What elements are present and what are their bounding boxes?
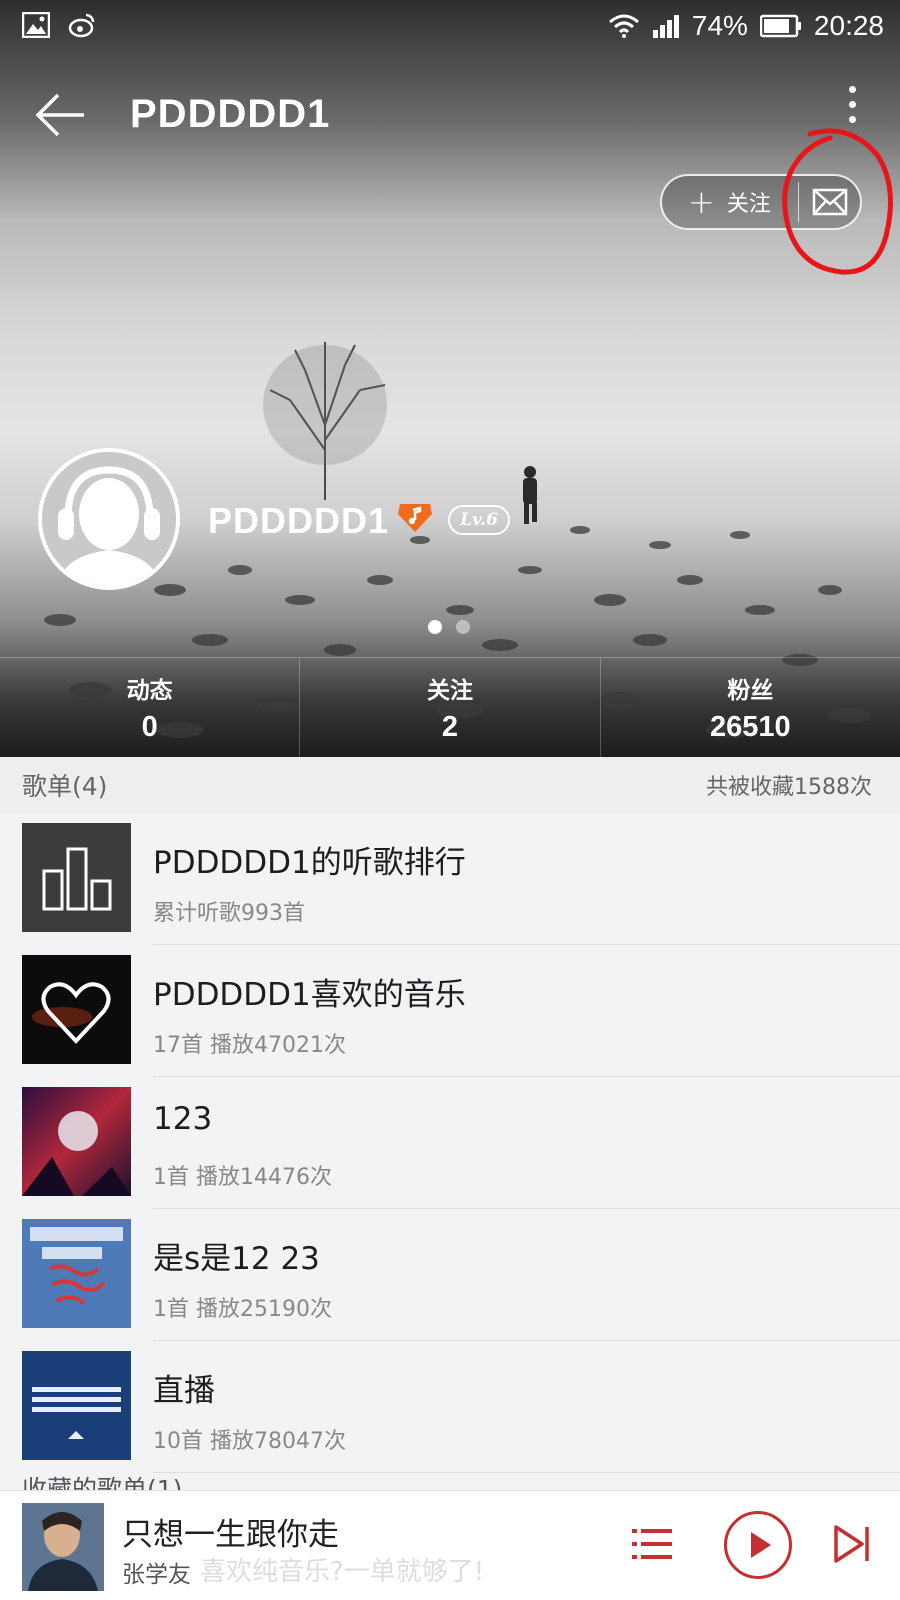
playlists-section-title: 歌单(4) xyxy=(22,772,108,801)
playlist-title: 是s是12 23 xyxy=(153,1241,320,1277)
carousel-dot xyxy=(456,620,470,634)
follow-button[interactable]: + 关注 xyxy=(662,176,798,228)
playlist-title: 直播 xyxy=(153,1373,215,1409)
weibo-notification-icon xyxy=(68,13,95,38)
battery-icon xyxy=(759,14,801,38)
page-title: PDDDDD1 xyxy=(130,92,331,136)
envelope-icon xyxy=(812,188,847,216)
playlist-item-ranking[interactable]: PDDDDD1的听歌排行 累计听歌993首 xyxy=(0,813,900,945)
mini-player[interactable]: 喜欢纯音乐?一单就够了! 只想一生跟你走 张学友 xyxy=(0,1490,900,1600)
follow-message-group: + 关注 xyxy=(660,174,862,230)
play-button[interactable] xyxy=(724,1511,792,1579)
playlist-subtitle: 10首 播放78047次 xyxy=(153,1429,346,1454)
playlist-title: PDDDDD1的听歌排行 xyxy=(153,845,466,881)
next-track-icon[interactable] xyxy=(832,1523,872,1565)
user-level-badge: Lv.6 xyxy=(448,505,510,535)
stat-following[interactable]: 关注 2 xyxy=(299,658,599,757)
playlist-subtitle: 1首 播放25190次 xyxy=(153,1297,332,1322)
user-avatar[interactable] xyxy=(38,448,180,590)
ranking-bars-icon xyxy=(22,823,131,932)
battery-percent: 74% xyxy=(691,10,748,41)
default-avatar-headphones-icon xyxy=(42,452,176,586)
playlist-item-s[interactable]: 是s是12 23 1首 播放25190次 xyxy=(0,1209,900,1341)
stat-activity[interactable]: 动态 0 xyxy=(0,658,299,757)
carousel-dot-active xyxy=(428,620,442,634)
playlist-item-live[interactable]: 直播 10首 播放78047次 xyxy=(0,1341,900,1473)
playlist-cover xyxy=(22,1087,131,1196)
playlist-subtitle: 1首 播放14476次 xyxy=(153,1165,332,1190)
now-playing-cover xyxy=(22,1503,104,1591)
profile-username: PDDDDD1 xyxy=(208,500,390,541)
carousel-indicator xyxy=(428,620,470,634)
stat-value: 0 xyxy=(141,711,158,743)
stat-label: 关注 xyxy=(426,678,473,704)
mini-player-promo-text: 喜欢纯音乐?一单就够了! xyxy=(200,1557,485,1587)
blue-stripes-cover-image xyxy=(22,1351,131,1460)
clock-time: 20:28 xyxy=(813,10,884,41)
stat-followers[interactable]: 粉丝 26510 xyxy=(599,658,900,757)
playlist-cover xyxy=(22,823,131,932)
playlists-collected-count: 共被收藏1588次 xyxy=(706,775,872,800)
playlist-cover xyxy=(22,955,131,1064)
stat-label: 动态 xyxy=(126,678,173,704)
follow-label: 关注 xyxy=(726,192,771,217)
music-talent-badge-icon xyxy=(398,504,432,532)
playlist-item-liked[interactable]: PDDDDD1喜欢的音乐 17首 播放47021次 xyxy=(0,945,900,1077)
playlist-cover xyxy=(22,1351,131,1460)
stat-value: 26510 xyxy=(709,711,791,743)
playlist-title: 123 xyxy=(153,1101,213,1137)
back-arrow-icon[interactable] xyxy=(34,90,88,140)
playlist-cover xyxy=(22,1219,131,1328)
profile-header-background: 74% 20:28 PDDDDD1 + 关注 PDDDDD1 Lv.6 动态 0… xyxy=(0,0,900,757)
signal-icon xyxy=(652,15,679,38)
dj-snake-cover-image xyxy=(22,1219,131,1328)
stat-value: 2 xyxy=(441,711,459,743)
now-playing-title: 只想一生跟你走 xyxy=(122,1517,339,1553)
now-playing-artist: 张学友 xyxy=(122,1562,191,1588)
message-button[interactable] xyxy=(799,176,860,228)
playlist-title: PDDDDD1喜欢的音乐 xyxy=(153,977,466,1013)
wifi-icon xyxy=(608,14,639,38)
album-art-image xyxy=(22,1503,104,1591)
play-icon xyxy=(751,1532,771,1558)
status-bar: 74% 20:28 xyxy=(0,0,900,52)
playlist-subtitle: 17首 播放47021次 xyxy=(153,1033,346,1058)
gallery-notification-icon xyxy=(22,12,50,38)
stat-label: 粉丝 xyxy=(727,678,774,704)
playlists-section-header: 歌单(4) 共被收藏1588次 xyxy=(0,757,900,813)
profile-stats: 动态 0 关注 2 粉丝 26510 xyxy=(0,657,900,757)
playlist-list: PDDDDD1的听歌排行 累计听歌993首 PDDDDD1喜欢的音乐 17首 播… xyxy=(0,813,900,1473)
plus-icon: + xyxy=(688,183,715,221)
more-options-icon[interactable] xyxy=(842,86,862,134)
heart-cover-image xyxy=(22,955,131,1064)
playlist-item-123[interactable]: 123 1首 播放14476次 xyxy=(0,1077,900,1209)
neon-cover-image xyxy=(22,1087,131,1196)
top-app-bar: PDDDDD1 xyxy=(0,70,900,160)
playlist-subtitle: 累计听歌993首 xyxy=(153,901,305,926)
playlist-queue-icon[interactable] xyxy=(630,1523,674,1565)
